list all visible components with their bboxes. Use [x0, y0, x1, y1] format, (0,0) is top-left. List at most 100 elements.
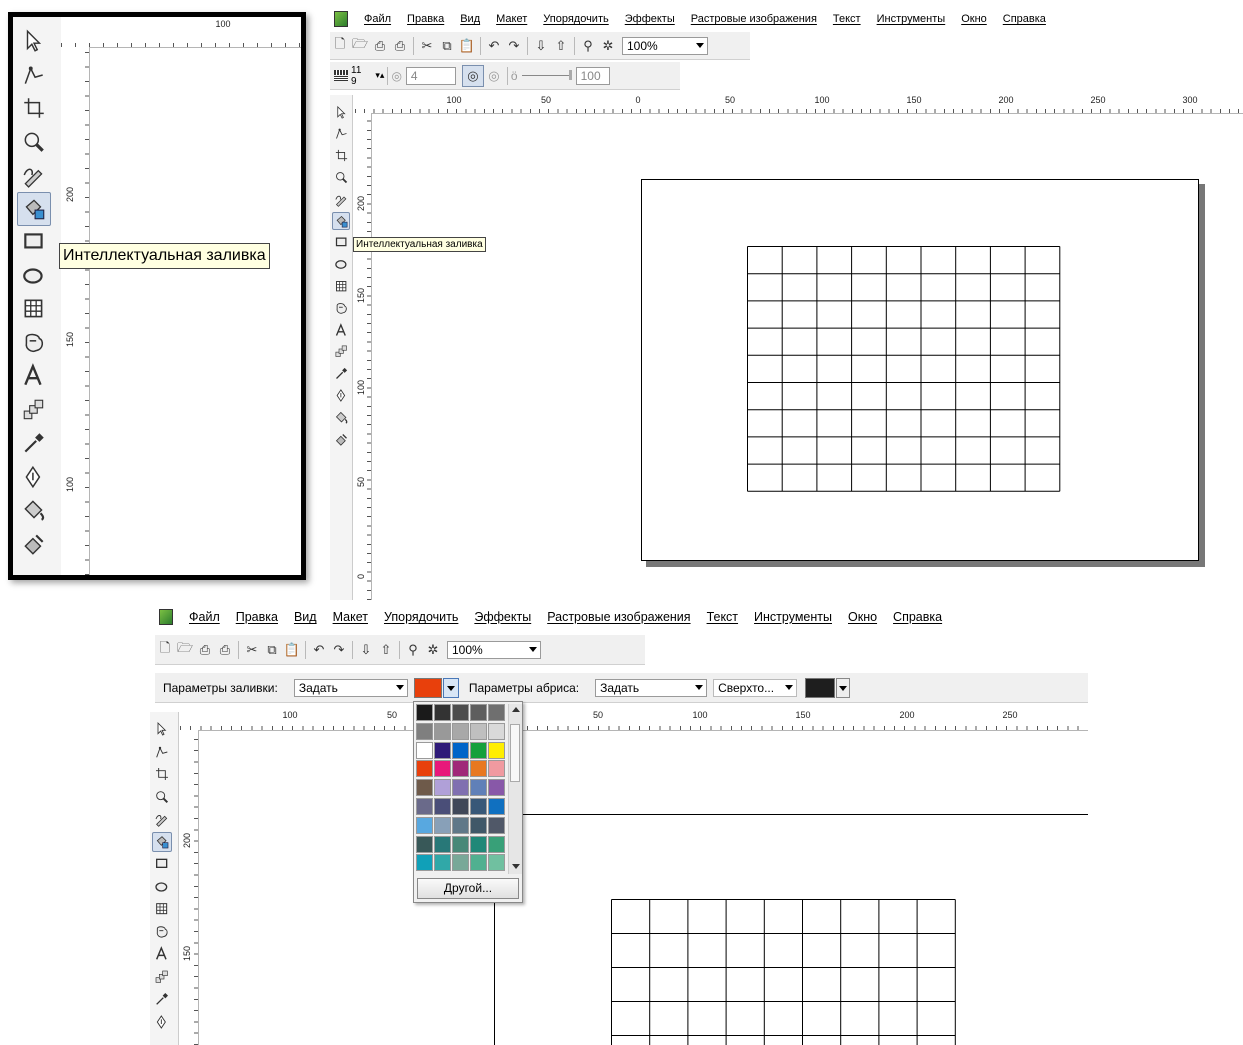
app-logo-icon[interactable]: [334, 11, 348, 27]
eyedropper-tool-icon[interactable]: [152, 989, 172, 1009]
spiral-revolutions-input[interactable]: 4: [405, 66, 456, 85]
rectangle-tool-icon[interactable]: [332, 234, 350, 252]
symmetric-spiral-icon[interactable]: ◎: [461, 64, 484, 87]
menu-item-6[interactable]: Растровые изображения: [539, 610, 698, 624]
color-swatch[interactable]: [452, 854, 469, 872]
text-tool-icon[interactable]: [17, 359, 51, 393]
menu-item-6[interactable]: Растровые изображения: [683, 13, 825, 25]
outline-pen-tool-icon[interactable]: [152, 1012, 172, 1032]
interactive-blend-tool-icon[interactable]: [152, 967, 172, 987]
expansion-input[interactable]: 100: [575, 66, 610, 85]
rectangle-tool-icon[interactable]: [17, 225, 51, 259]
zoom-tool-icon[interactable]: [17, 125, 51, 159]
smart-fill-tool-icon[interactable]: [152, 831, 172, 852]
color-swatch[interactable]: [416, 798, 433, 815]
menu-item-3[interactable]: Макет: [325, 610, 376, 624]
zoom-level-select[interactable]: 100%: [447, 640, 541, 659]
crop-tool-icon[interactable]: [17, 91, 51, 125]
menu-item-7[interactable]: Текст: [699, 610, 746, 624]
color-swatch[interactable]: [452, 741, 469, 759]
basic-shapes-tool-icon[interactable]: [17, 326, 51, 360]
zoom-level-select[interactable]: 100%: [622, 36, 708, 55]
color-swatch[interactable]: [488, 722, 505, 740]
menu-item-9[interactable]: Окно: [953, 13, 995, 25]
color-swatch[interactable]: [434, 741, 451, 759]
color-swatch[interactable]: [416, 704, 433, 721]
color-swatch[interactable]: [434, 854, 451, 872]
fill-tool-icon[interactable]: [17, 493, 51, 527]
menu-item-0[interactable]: Файл: [356, 13, 399, 25]
eyedropper-tool-icon[interactable]: [332, 365, 350, 383]
color-swatch[interactable]: [470, 760, 487, 778]
menu-item-4[interactable]: Упорядочить: [535, 13, 616, 25]
undo-icon[interactable]: ↶: [309, 640, 329, 660]
ellipse-tool-icon[interactable]: [332, 256, 350, 274]
crop-tool-icon[interactable]: [152, 764, 172, 784]
welcome-screen-icon[interactable]: ✲: [598, 36, 618, 56]
interactive-fill-tool-icon[interactable]: [332, 430, 350, 448]
zoom-tool-icon[interactable]: [332, 168, 350, 186]
outline-pen-tool-icon[interactable]: [17, 460, 51, 494]
color-swatch[interactable]: [452, 798, 469, 815]
menu-item-1[interactable]: Правка: [228, 610, 286, 624]
paste-icon[interactable]: 📋: [282, 640, 302, 660]
undo-icon[interactable]: ↶: [484, 36, 504, 56]
import-icon[interactable]: ⇩: [531, 36, 551, 56]
freehand-tool-icon[interactable]: [152, 809, 172, 829]
print-icon[interactable]: ⎙: [215, 640, 235, 660]
new-document-icon[interactable]: 🗋: [155, 640, 175, 660]
redo-icon[interactable]: ↷: [329, 640, 349, 660]
paste-icon[interactable]: 📋: [457, 36, 477, 56]
color-swatch[interactable]: [434, 798, 451, 815]
interactive-fill-tool-icon[interactable]: [17, 527, 51, 561]
color-swatch[interactable]: [416, 741, 433, 759]
menu-item-8[interactable]: Инструменты: [869, 13, 954, 25]
fill-color-swatch[interactable]: [413, 677, 442, 698]
color-swatch[interactable]: [488, 854, 505, 872]
color-swatch[interactable]: [470, 835, 487, 853]
fill-type-select[interactable]: Задать: [293, 678, 408, 697]
color-swatch[interactable]: [452, 722, 469, 740]
color-swatch[interactable]: [488, 741, 505, 759]
pick-tool-icon[interactable]: [152, 719, 172, 739]
shape-tool-icon[interactable]: [17, 58, 51, 92]
color-swatch[interactable]: [470, 779, 487, 797]
freehand-tool-icon[interactable]: [17, 158, 51, 192]
fill-color-dropdown[interactable]: [442, 677, 459, 698]
outline-type-select[interactable]: Задать: [595, 678, 708, 697]
cut-icon[interactable]: ✂: [242, 640, 262, 660]
app-launcher-icon[interactable]: ⚲: [578, 36, 598, 56]
menu-item-5[interactable]: Эффекты: [466, 610, 539, 624]
color-swatch[interactable]: [488, 816, 505, 834]
color-swatch[interactable]: [416, 854, 433, 872]
shape-tool-icon[interactable]: [332, 125, 350, 143]
menu-item-10[interactable]: Справка: [995, 13, 1054, 25]
color-swatch[interactable]: [488, 835, 505, 853]
menu-item-5[interactable]: Эффекты: [617, 13, 683, 25]
color-swatch[interactable]: [488, 798, 505, 815]
zoom-tool-icon[interactable]: [152, 787, 172, 807]
export-icon[interactable]: ⇧: [376, 640, 396, 660]
export-icon[interactable]: ⇧: [551, 36, 571, 56]
color-swatch[interactable]: [488, 779, 505, 797]
grid-rows-value[interactable]: 9: [351, 76, 361, 87]
graph-paper-tool-icon[interactable]: [332, 277, 350, 295]
color-swatch[interactable]: [470, 854, 487, 872]
log-spiral-icon[interactable]: ◎: [484, 66, 504, 86]
smart-fill-tool-icon[interactable]: [332, 212, 350, 230]
color-swatch[interactable]: [416, 779, 433, 797]
copy-icon[interactable]: ⧉: [262, 640, 282, 660]
import-icon[interactable]: ⇩: [356, 640, 376, 660]
bottom-graph-paper-grid[interactable]: [611, 899, 957, 1045]
color-swatch[interactable]: [488, 760, 505, 778]
spinner-icon[interactable]: ▾▴: [375, 70, 384, 81]
text-tool-icon[interactable]: [152, 944, 172, 964]
menu-item-8[interactable]: Инструменты: [746, 610, 840, 624]
outline-pen-tool-icon[interactable]: [332, 386, 350, 404]
expansion-slider[interactable]: [521, 70, 572, 80]
app-launcher-icon[interactable]: ⚲: [403, 640, 423, 660]
color-swatch[interactable]: [470, 816, 487, 834]
color-swatch[interactable]: [470, 741, 487, 759]
graph-paper-tool-icon[interactable]: [152, 899, 172, 919]
color-swatch[interactable]: [416, 816, 433, 834]
